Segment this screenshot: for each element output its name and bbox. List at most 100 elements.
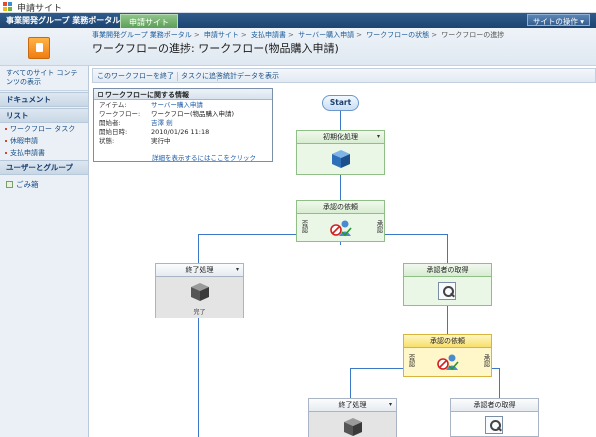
node-header: 終了処理 ▾ xyxy=(309,399,396,412)
site-actions-menu[interactable]: サイトの操作 ▾ xyxy=(526,14,590,26)
nav-section-documents[interactable]: ドキュメント xyxy=(0,92,88,107)
info-panel-title: ワークフローに関する情報 xyxy=(105,91,189,99)
portal-link[interactable]: 事業開発グループ 業務ポータル xyxy=(6,15,120,26)
node-header: 終了処理 ▾ xyxy=(156,264,243,277)
nav-item-workflow-tasks[interactable]: ワークフロー タスク xyxy=(0,123,88,135)
approval-task-icon xyxy=(437,354,459,371)
node-title: 終了処理 xyxy=(185,266,214,274)
recycle-bin-icon xyxy=(6,181,13,188)
connector-line xyxy=(340,242,341,245)
magnifier-icon xyxy=(438,282,456,300)
info-value: 2010/01/26 11:18 xyxy=(151,128,210,136)
info-panel-header: ワークフローに関する情報 xyxy=(94,89,272,100)
connector-line xyxy=(447,306,448,334)
node-get-approver[interactable]: 承認者の取得 xyxy=(403,263,492,306)
view-stats-button[interactable]: 統計データを表示 xyxy=(223,71,279,81)
node-title: 終了処理 xyxy=(338,401,367,409)
workflow-start-node: Start xyxy=(322,95,359,111)
approval-task-icon xyxy=(330,220,352,237)
chevron-down-icon[interactable]: ▾ xyxy=(389,399,392,411)
item-link[interactable]: サーバー購入申請 xyxy=(149,101,236,110)
approve-branch-label: 承認 xyxy=(482,354,490,367)
node-header: 承認の依頼 xyxy=(297,201,384,214)
initiator-link[interactable]: 吉澤 劍 xyxy=(149,119,236,128)
recycle-bin-link[interactable]: ごみ箱 xyxy=(0,177,88,192)
connector-line xyxy=(198,318,199,437)
info-row: 開始者: 吉澤 劍 xyxy=(97,119,236,128)
quick-launch: すべてのサイト コンテンツの表示 ドキュメント リスト ワークフロー タスク 休… xyxy=(0,66,89,437)
recycle-bin-label: ごみ箱 xyxy=(16,180,39,189)
info-key: ワークフロー: xyxy=(99,110,141,118)
breadcrumb-item[interactable]: ワークフローの状態 xyxy=(366,31,429,39)
connector-line xyxy=(350,368,351,398)
chevron-down-icon[interactable]: ▾ xyxy=(377,131,380,143)
site-logo-icon xyxy=(28,37,50,59)
reject-branch-label: 否認 xyxy=(407,354,415,367)
breadcrumb-item[interactable]: 申請サイト xyxy=(204,31,239,39)
breadcrumb-item[interactable]: 事業開発グループ 業務ポータル xyxy=(92,31,192,39)
node-header: 初期化処理 ▾ xyxy=(297,131,384,144)
info-value: 実行中 xyxy=(151,137,171,145)
node-title: 承認の依頼 xyxy=(323,203,358,211)
connector-line xyxy=(340,175,341,200)
collapse-icon[interactable] xyxy=(98,92,103,97)
connector-line xyxy=(384,234,448,235)
nav-item-leave-request[interactable]: 休暇申請 xyxy=(0,135,88,147)
connector-line xyxy=(350,368,405,369)
activity-cube-icon xyxy=(344,418,362,436)
chevron-down-icon[interactable]: ▾ xyxy=(236,264,239,276)
activity-cube-icon xyxy=(191,283,209,301)
node-end-process[interactable]: 終了処理 ▾ 完了 xyxy=(155,263,244,318)
end-status-label: 完了 xyxy=(193,309,206,316)
page-header: 事業開発グループ 業務ポータル > 申請サイト > 支払申請書 > サーバー購入申請 >… xyxy=(0,28,596,66)
info-key: 開始日時: xyxy=(99,128,128,136)
info-value: ワークフロー(物品購入申請) xyxy=(151,110,235,118)
approve-branch-label: 承認 xyxy=(375,220,383,233)
info-row: 状態: 実行中 xyxy=(97,137,236,146)
breadcrumb: 事業開発グループ 業務ポータル > 申請サイト > 支払申請書 > サーバー購入申請 >… xyxy=(92,31,505,39)
info-key: 状態: xyxy=(99,137,115,145)
activity-cube-icon xyxy=(332,150,350,168)
info-key: 開始者: xyxy=(99,119,121,127)
node-title: 承認者の取得 xyxy=(426,266,469,274)
connector-line xyxy=(499,368,500,398)
toolbar-divider xyxy=(177,72,178,81)
node-approval-request[interactable]: 承認の依頼 否認 承認 xyxy=(296,200,385,242)
info-table: アイテム: サーバー購入申請 ワークフロー: ワークフロー(物品購入申請) 開始者:… xyxy=(97,101,236,146)
breadcrumb-item[interactable]: サーバー購入申請 xyxy=(298,31,354,39)
magnifier-icon xyxy=(485,416,503,434)
node-title: 承認の依頼 xyxy=(430,337,465,345)
node-title: 初期化処理 xyxy=(323,133,358,141)
nav-section-users-groups[interactable]: ユーザーとグループ xyxy=(0,160,88,175)
node-header: 承認者の取得 xyxy=(451,399,538,412)
app-titlebar: 申請サイト xyxy=(0,0,596,14)
all-site-content-link[interactable]: すべてのサイト コンテンツの表示 xyxy=(0,66,88,91)
connector-line xyxy=(447,234,448,263)
end-workflow-button[interactable]: このワークフローを終了 xyxy=(97,71,174,81)
global-navbar: 事業開発グループ 業務ポータル 申請サイト サイトの操作 ▾ xyxy=(0,13,596,28)
node-header: 承認者の取得 xyxy=(404,264,491,277)
tab-application-site[interactable]: 申請サイト xyxy=(120,14,178,28)
node-get-approver[interactable]: 承認者の取得 xyxy=(450,398,539,437)
breadcrumb-current: ワークフローの進捗 xyxy=(441,31,505,39)
info-row: ワークフロー: ワークフロー(物品購入申請) xyxy=(97,110,236,119)
nav-item-payment-request[interactable]: 支払申請書 xyxy=(0,147,88,159)
node-initialize[interactable]: 初期化処理 ▾ xyxy=(296,130,385,175)
node-approval-request-active[interactable]: 承認の依頼 否認 承認 xyxy=(403,334,492,377)
connector-line xyxy=(198,234,300,235)
workflow-toolbar: このワークフローを終了 タスクに追答 統計データを表示 xyxy=(92,68,596,83)
info-key: アイテム: xyxy=(99,101,127,109)
nav-section-lists[interactable]: リスト xyxy=(0,108,88,123)
sharepoint-logo-icon xyxy=(3,2,13,11)
connector-line xyxy=(198,234,199,263)
detail-link[interactable]: 詳細を表示するにはここをクリック xyxy=(152,152,256,162)
info-row: 開始日時: 2010/01/26 11:18 xyxy=(97,128,236,137)
breadcrumb-item[interactable]: 支払申請書 xyxy=(251,31,286,39)
node-header: 承認の依頼 xyxy=(404,335,491,348)
page-title: ワークフローの進捗: ワークフロー(物品購入申請) xyxy=(92,42,339,55)
node-title: 承認者の取得 xyxy=(473,401,516,409)
workflow-info-panel: ワークフローに関する情報 アイテム: サーバー購入申請 ワークフロー: ワークフロー… xyxy=(93,88,273,162)
toolbar-divider xyxy=(217,72,218,81)
reject-branch-label: 否認 xyxy=(300,220,308,233)
node-end-process[interactable]: 終了処理 ▾ xyxy=(308,398,397,437)
